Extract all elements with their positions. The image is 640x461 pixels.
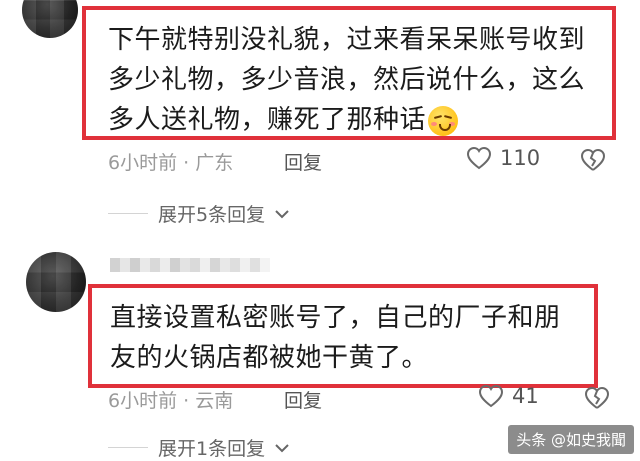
- expand-replies-button[interactable]: 展开1条回复: [108, 434, 289, 461]
- comment-text: 下午就特别没礼貌，过来看呆呆账号收到多少礼物，多少音浪，然后说什么，这么多人送礼…: [108, 25, 586, 135]
- chevron-down-icon: [275, 209, 289, 219]
- heart-icon: [478, 384, 504, 408]
- comment-highlight-box: 直接设置私密账号了，自己的厂子和朋友的火锅店都被她干黄了。: [88, 284, 598, 388]
- reply-button[interactable]: 回复: [284, 386, 322, 413]
- comment-time-location: 6小时前 · 广东: [108, 152, 234, 174]
- expand-replies-label: 展开5条回复: [158, 204, 266, 226]
- comment-text: 直接设置私密账号了，自己的厂子和朋友的火锅店都被她干黄了。: [110, 303, 561, 373]
- chevron-down-icon: [275, 443, 289, 453]
- avatar[interactable]: [26, 252, 86, 312]
- expand-replies-label: 展开1条回复: [158, 438, 266, 460]
- heart-icon: [466, 146, 492, 170]
- dislike-broken-heart-icon[interactable]: [580, 148, 606, 172]
- like-button[interactable]: 110: [466, 146, 540, 170]
- like-count: 41: [512, 384, 539, 408]
- comment-highlight-box: 下午就特别没礼貌，过来看呆呆账号收到多少礼物，多少音浪，然后说什么，这么多人送礼…: [82, 6, 616, 140]
- username-mosaic: [110, 258, 270, 272]
- like-count: 110: [500, 146, 541, 170]
- expand-replies-button[interactable]: 展开5条回复: [108, 200, 289, 227]
- comment-time-location: 6小时前 · 云南: [108, 390, 234, 412]
- dislike-broken-heart-icon[interactable]: [584, 386, 610, 410]
- avatar[interactable]: [22, 0, 78, 38]
- like-button[interactable]: 41: [478, 384, 539, 408]
- smirk-emoji-icon: [428, 105, 459, 136]
- divider: [108, 212, 148, 215]
- watermark: 头条 @如史我聞: [508, 425, 634, 454]
- divider: [108, 446, 148, 449]
- reply-button[interactable]: 回复: [284, 148, 322, 175]
- username-blurred[interactable]: [110, 258, 280, 276]
